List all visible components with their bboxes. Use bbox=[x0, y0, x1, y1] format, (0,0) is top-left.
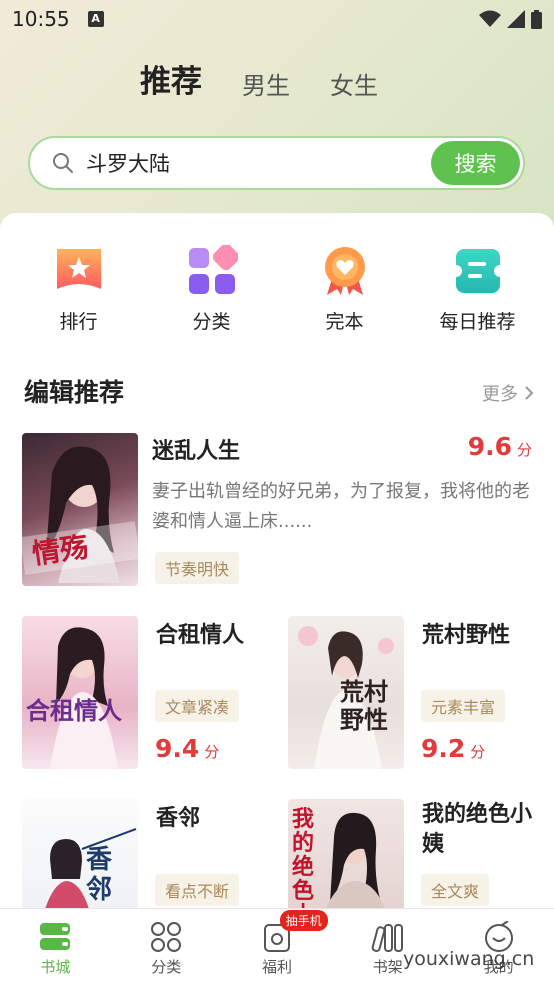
nav-welfare[interactable]: 抽手机 福利 bbox=[222, 909, 333, 984]
nav-bookshelf-label: 书架 bbox=[372, 958, 403, 976]
book-tag-4: 全文爽 bbox=[421, 874, 490, 906]
quick-ranking[interactable]: 排行 bbox=[12, 245, 145, 334]
book-tag-3: 看点不断 bbox=[155, 874, 240, 906]
featured-cover-title: 情殇 bbox=[30, 530, 91, 571]
main-content: 排行 分类 完本 每日推荐 编辑推荐 更多 情殇 迷乱人生 9.6 分 妻子出轨… bbox=[0, 213, 554, 913]
featured-score-unit: 分 bbox=[516, 441, 532, 459]
book-score-2: 9.2 分 bbox=[421, 734, 485, 763]
featured-score: 9.6 分 bbox=[468, 432, 532, 461]
search-input[interactable]: 斗罗大陆 bbox=[86, 148, 170, 178]
quick-daily[interactable]: 每日推荐 bbox=[411, 245, 544, 334]
nav-welfare-label: 福利 bbox=[261, 958, 292, 976]
nav-category[interactable]: 分类 bbox=[111, 909, 222, 984]
book-score-1: 9.4 分 bbox=[155, 734, 219, 763]
book-title-1[interactable]: 合租情人 bbox=[156, 617, 244, 649]
quick-completed-label: 完本 bbox=[325, 311, 364, 333]
book-tag-1: 文章紧凑 bbox=[155, 690, 240, 722]
chevron-right-icon bbox=[525, 386, 534, 400]
quick-category-label: 分类 bbox=[192, 311, 231, 333]
category-icon bbox=[188, 245, 238, 294]
tab-female[interactable]: 女生 bbox=[330, 66, 378, 101]
book-score-2-unit: 分 bbox=[470, 743, 486, 761]
featured-description: 妻子出轨曾经的好兄弟，为了报复，我将他的老婆和情人逼上床...... bbox=[152, 481, 530, 532]
welfare-badge: 抽手机 bbox=[279, 910, 328, 931]
top-tabs: 推荐 男生 女生 bbox=[140, 56, 378, 101]
featured-book-cover[interactable]: 情殇 bbox=[22, 433, 138, 586]
quick-ranking-label: 排行 bbox=[59, 311, 98, 333]
book-cover-3-title: 香邻 bbox=[86, 845, 113, 905]
bottom-navigation: 书城 分类 抽手机 福利 书架 我的 bbox=[0, 908, 554, 984]
bookshelf-icon bbox=[371, 924, 403, 952]
book-cover-1-title: 合租情人 bbox=[26, 696, 122, 725]
book-cover-4-title: 我的绝色小姨 bbox=[292, 806, 315, 913]
nav-category-label: 分类 bbox=[151, 958, 182, 976]
nav-profile[interactable]: 我的 bbox=[443, 909, 554, 984]
book-title-4[interactable]: 我的绝色小姨 bbox=[422, 800, 542, 860]
book-cover-2-title: 荒村野性 bbox=[340, 677, 388, 734]
nav-bookstore-label: 书城 bbox=[40, 958, 71, 976]
app-notification-icon: A bbox=[87, 11, 104, 27]
search-bar[interactable]: 斗罗大陆 搜索 bbox=[28, 136, 525, 190]
featured-score-value: 9.6 bbox=[467, 432, 512, 461]
book-title-3[interactable]: 香邻 bbox=[156, 800, 200, 832]
search-button[interactable]: 搜索 bbox=[431, 141, 520, 185]
tab-male[interactable]: 男生 bbox=[242, 66, 290, 101]
bookstore-icon bbox=[40, 923, 71, 950]
book-cover-4[interactable]: 我的绝色小姨 bbox=[288, 799, 404, 913]
featured-tag: 节奏明快 bbox=[155, 552, 240, 584]
status-time: 10:55 bbox=[12, 7, 70, 31]
completed-icon bbox=[324, 247, 365, 295]
quick-completed[interactable]: 完本 bbox=[278, 245, 411, 334]
book-title-2[interactable]: 荒村野性 bbox=[422, 617, 510, 649]
wifi-icon bbox=[479, 10, 501, 27]
book-tag-2: 元素丰富 bbox=[421, 690, 506, 722]
tab-recommend[interactable]: 推荐 bbox=[140, 56, 202, 101]
status-bar: 10:55 A bbox=[0, 0, 554, 38]
book-cover-3[interactable]: 香邻 bbox=[22, 799, 138, 913]
quick-category[interactable]: 分类 bbox=[145, 245, 278, 334]
quick-entries: 排行 分类 完本 每日推荐 bbox=[0, 245, 554, 334]
ranking-icon bbox=[56, 249, 101, 289]
book-score-2-value: 9.2 bbox=[421, 734, 466, 763]
book-cover-1[interactable]: 合租情人 bbox=[22, 616, 138, 769]
battery-icon bbox=[531, 9, 542, 29]
book-score-1-unit: 分 bbox=[204, 743, 220, 761]
section-title: 编辑推荐 bbox=[24, 378, 125, 407]
category-nav-icon bbox=[151, 922, 182, 952]
quick-daily-label: 每日推荐 bbox=[439, 311, 516, 333]
book-score-1-value: 9.4 bbox=[155, 734, 200, 763]
book-cover-1-art bbox=[50, 627, 118, 769]
nav-bookshelf[interactable]: 书架 bbox=[332, 909, 443, 984]
watermark: youxiwang.cn bbox=[403, 948, 535, 970]
featured-book-title[interactable]: 迷乱人生 bbox=[152, 433, 240, 465]
book-cover-2[interactable]: 荒村野性 bbox=[288, 616, 404, 769]
more-label: 更多 bbox=[482, 384, 518, 405]
search-icon bbox=[53, 153, 73, 173]
signal-icon bbox=[507, 10, 525, 28]
nav-bookstore[interactable]: 书城 bbox=[0, 909, 111, 984]
daily-recommend-icon bbox=[451, 249, 504, 293]
more-link[interactable]: 更多 bbox=[482, 380, 534, 406]
